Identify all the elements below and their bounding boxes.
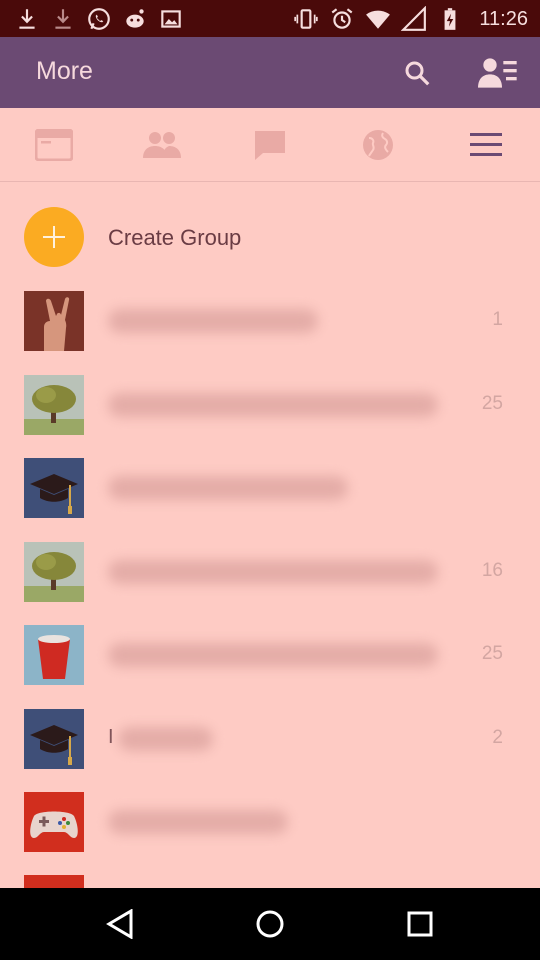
alarm-icon <box>332 8 353 29</box>
avatar <box>24 709 84 769</box>
image-icon <box>161 10 181 28</box>
avatar <box>24 542 84 602</box>
list-item[interactable]: 25 <box>0 363 540 447</box>
wifi-icon <box>366 10 391 29</box>
reddit-icon <box>126 9 144 28</box>
tab-globe[interactable] <box>358 126 398 164</box>
chat-icon <box>255 131 285 160</box>
contacts-menu-icon <box>478 58 517 88</box>
battery-charging-icon <box>445 8 456 30</box>
tab-more[interactable] <box>466 126 506 164</box>
recents-icon <box>407 911 433 937</box>
home-icon <box>256 910 284 938</box>
search-button[interactable] <box>397 55 437 91</box>
list-item[interactable]: 1 <box>0 279 540 363</box>
clock: 11:26 <box>479 7 528 30</box>
status-bar: 11:26 <box>0 0 540 37</box>
list-item[interactable]: 16 <box>0 530 540 614</box>
unread-count: 2 <box>492 727 503 748</box>
people-icon <box>143 132 181 158</box>
unread-count: 25 <box>481 393 503 414</box>
page-title: More <box>36 57 93 85</box>
add-icon <box>24 207 84 267</box>
list-item[interactable] <box>0 780 540 864</box>
create-group-label: Create Group <box>108 225 242 250</box>
avatar <box>24 375 84 435</box>
avatar <box>24 792 84 852</box>
menu-icon <box>470 133 502 156</box>
avatar <box>24 458 84 518</box>
blurred-name <box>108 476 348 500</box>
blurred-name <box>108 393 438 417</box>
tab-bar <box>0 108 540 182</box>
unread-count: 16 <box>481 560 503 581</box>
recents-button[interactable] <box>400 906 440 942</box>
download-icon <box>55 9 71 29</box>
blurred-name <box>118 727 213 751</box>
status-bar-system: 11:26 <box>293 6 528 32</box>
create-group-row[interactable]: Create Group <box>0 196 540 280</box>
whatsapp-icon <box>88 8 110 30</box>
status-bar-notifications <box>14 6 184 32</box>
list-item[interactable]: I 2 <box>0 697 540 781</box>
name-fragment: I <box>108 726 114 748</box>
home-button[interactable] <box>250 906 290 942</box>
back-button[interactable] <box>100 906 140 942</box>
app-bar: More <box>0 37 540 108</box>
tab-news[interactable] <box>34 126 74 164</box>
globe-icon <box>363 130 393 160</box>
blurred-name <box>108 643 438 667</box>
blurred-name <box>108 560 438 584</box>
navigation-bar <box>0 888 540 960</box>
avatar <box>24 875 84 888</box>
search-icon <box>405 61 430 86</box>
back-icon <box>106 909 133 939</box>
news-icon <box>35 129 73 161</box>
unread-count: 1 <box>492 309 503 330</box>
avatar <box>24 625 84 685</box>
avatar <box>24 291 84 351</box>
unread-count: 25 <box>481 643 503 664</box>
download-icon <box>19 9 35 29</box>
signal-icon <box>401 6 427 31</box>
tab-chat[interactable] <box>250 126 290 164</box>
list-item[interactable]: 25 <box>0 613 540 697</box>
blurred-name <box>108 810 288 834</box>
list-item[interactable] <box>0 446 540 530</box>
contacts-menu-button[interactable] <box>478 55 518 91</box>
vibrate-icon <box>294 9 319 29</box>
blurred-name <box>108 309 318 333</box>
tab-people[interactable] <box>142 126 182 164</box>
